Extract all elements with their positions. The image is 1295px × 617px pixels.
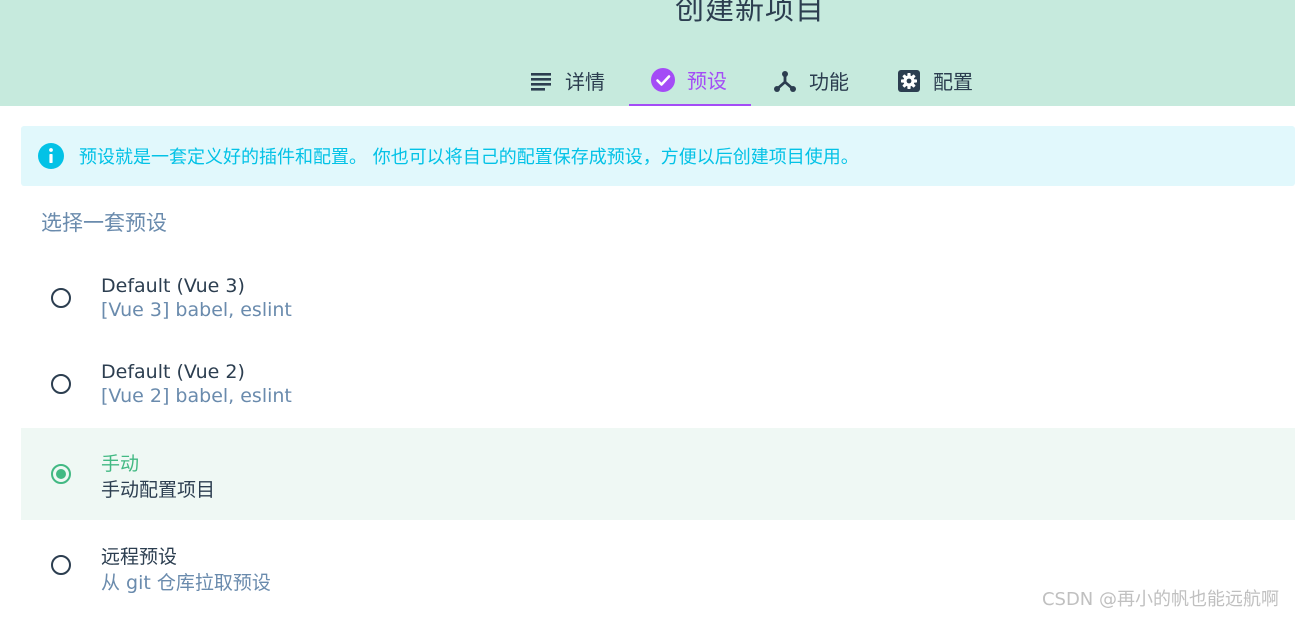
tab-features[interactable]: 功能 <box>773 55 853 106</box>
info-banner: 预设就是一套定义好的插件和配置。 你也可以将自己的配置保存成预设，方便以后创建项… <box>21 126 1295 186</box>
tab-config-label: 配置 <box>933 70 973 94</box>
info-text: 预设就是一套定义好的插件和配置。 你也可以将自己的配置保存成预设，方便以后创建项… <box>79 147 859 168</box>
info-icon <box>38 143 64 169</box>
tab-details[interactable]: 详情 <box>529 55 607 106</box>
tab-bar: 详情 预设 功能 配置 <box>0 55 1295 106</box>
preset-description: [Vue 3] babel, eslint <box>101 299 292 321</box>
preset-name: Default (Vue 3) <box>101 275 245 297</box>
tab-features-label: 功能 <box>809 70 849 94</box>
tab-presets-label: 预设 <box>687 69 727 93</box>
section-title: 选择一套预设 <box>41 211 167 235</box>
tab-presets[interactable]: 预设 <box>629 55 751 106</box>
tab-config[interactable]: 配置 <box>897 55 977 106</box>
radio-button[interactable] <box>51 555 71 575</box>
radio-button-selected[interactable] <box>51 464 71 484</box>
preset-description: 从 git 仓库拉取预设 <box>101 572 271 594</box>
preset-option-manual[interactable]: 手动 手动配置项目 <box>21 428 1295 520</box>
preset-name: 远程预设 <box>101 546 178 568</box>
page-title: 创建新项目 <box>674 0 825 26</box>
preset-option-default-vue3[interactable]: Default (Vue 3) [Vue 3] babel, eslint <box>21 253 1295 343</box>
preset-description: [Vue 2] babel, eslint <box>101 385 292 407</box>
radio-dot <box>56 469 66 479</box>
preset-name: 手动 <box>101 453 140 475</box>
preset-name: Default (Vue 2) <box>101 361 245 383</box>
watermark: CSDN @再小的帆也能远航啊 <box>1041 589 1279 610</box>
radio-button[interactable] <box>51 288 71 308</box>
gear-icon <box>897 69 921 93</box>
list-icon <box>529 69 553 93</box>
check-circle-icon <box>651 67 675 92</box>
preset-option-default-vue2[interactable]: Default (Vue 2) [Vue 2] babel, eslint <box>21 339 1295 429</box>
header: 创建新项目 详情 预设 功能 配置 <box>0 0 1295 106</box>
radio-button[interactable] <box>51 374 71 394</box>
fork-icon <box>773 69 797 93</box>
tab-details-label: 详情 <box>565 70 605 94</box>
preset-description: 手动配置项目 <box>101 479 216 501</box>
